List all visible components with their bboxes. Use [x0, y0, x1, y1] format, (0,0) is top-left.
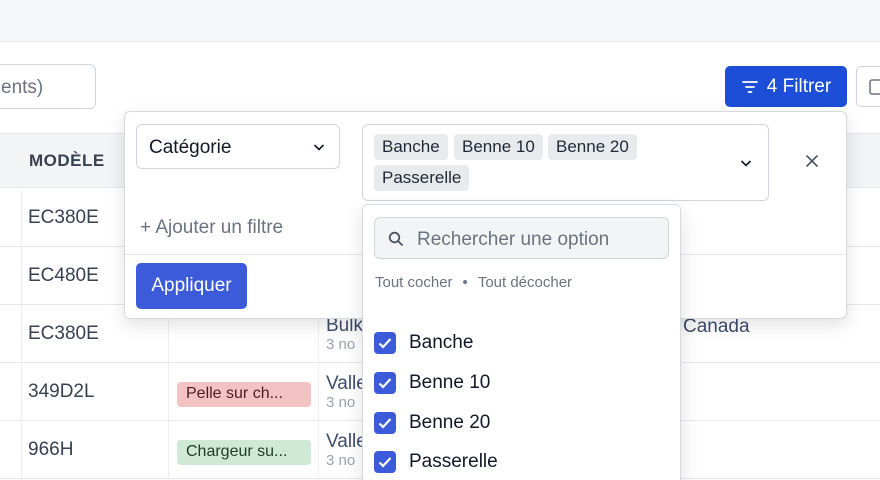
column-divider: [168, 363, 169, 420]
checkmark-icon: [378, 338, 392, 349]
cell-country: Canada: [683, 316, 750, 337]
option-search-input[interactable]: Rechercher une option: [374, 217, 669, 259]
chevron-down-icon: [740, 160, 752, 167]
search-icon: [388, 231, 403, 246]
chevron-down-icon: [313, 144, 325, 151]
document-icon: [869, 79, 880, 95]
column-divider: [168, 421, 169, 478]
secondary-button[interactable]: [856, 66, 880, 107]
cell-location: Valle: [326, 373, 367, 394]
cell-model: EC380E: [28, 323, 99, 344]
column-divider: [21, 247, 22, 304]
filter-icon: [741, 80, 758, 93]
column-divider: [318, 421, 319, 478]
deselect-all-link[interactable]: Tout décocher: [478, 274, 572, 291]
cell-location: Valle: [326, 431, 367, 452]
cell-model: EC480E: [28, 265, 99, 286]
cell-model: EC380E: [28, 207, 99, 228]
options-dropdown: Rechercher une option Tout cocher • Tout d…: [362, 204, 681, 480]
filter-button-label: 4 Filtrer: [766, 75, 832, 97]
divider: [125, 254, 362, 255]
filter-values-select[interactable]: Banche Benne 10 Benne 20 Passerelle: [362, 124, 769, 201]
cell-location-sub: 3 no: [326, 452, 356, 469]
search-input[interactable]: ents): [0, 64, 96, 109]
category-tag: Chargeur su...: [177, 440, 311, 465]
divider: [681, 254, 847, 255]
option-label: Benne 20: [409, 412, 491, 433]
selected-chip: Banche: [374, 134, 448, 160]
selected-chip: Passerelle: [374, 165, 470, 191]
column-divider: [21, 363, 22, 420]
separator-dot: •: [462, 274, 468, 291]
checkbox[interactable]: [374, 412, 396, 434]
selected-chip: Benne 20: [548, 134, 637, 160]
column-divider: [21, 189, 22, 246]
bulk-actions: Tout cocher • Tout décocher: [375, 274, 572, 291]
option-label: Benne 10: [409, 372, 491, 393]
column-divider: [318, 363, 319, 420]
checkbox[interactable]: [374, 332, 396, 354]
column-header-model: MODÈLE: [29, 151, 105, 170]
filter-button[interactable]: 4 Filtrer: [725, 66, 847, 107]
checkmark-icon: [378, 457, 392, 468]
checkmark-icon: [378, 418, 392, 429]
checkbox[interactable]: [374, 451, 396, 473]
cell-location-sub: 3 no: [326, 394, 356, 411]
filter-field-select[interactable]: Catégorie: [136, 124, 340, 169]
top-bar: [0, 0, 880, 42]
column-divider: [21, 421, 22, 478]
cell-location-sub: 3 no: [326, 336, 356, 353]
checkmark-icon: [378, 378, 392, 389]
selected-chip: Benne 10: [454, 134, 543, 160]
close-icon[interactable]: [805, 154, 819, 168]
column-divider: [21, 305, 22, 362]
add-filter-link[interactable]: + Ajouter un filtre: [140, 217, 283, 239]
apply-button[interactable]: Appliquer: [136, 263, 247, 309]
option-label: Banche: [409, 332, 474, 353]
category-tag: Pelle sur ch...: [177, 382, 311, 407]
option-search-placeholder: Rechercher une option: [417, 229, 610, 250]
option-label: Passerelle: [409, 451, 498, 472]
page: ents) 4 Filtrer MODÈLE EC380E EC480E EC3…: [0, 0, 880, 480]
cell-model: 966H: [28, 439, 74, 460]
filter-field-value: Catégorie: [149, 137, 232, 158]
cell-model: 349D2L: [28, 381, 95, 402]
checkbox[interactable]: [374, 372, 396, 394]
select-all-link[interactable]: Tout cocher: [375, 274, 453, 291]
search-input-value: ents): [1, 77, 44, 98]
